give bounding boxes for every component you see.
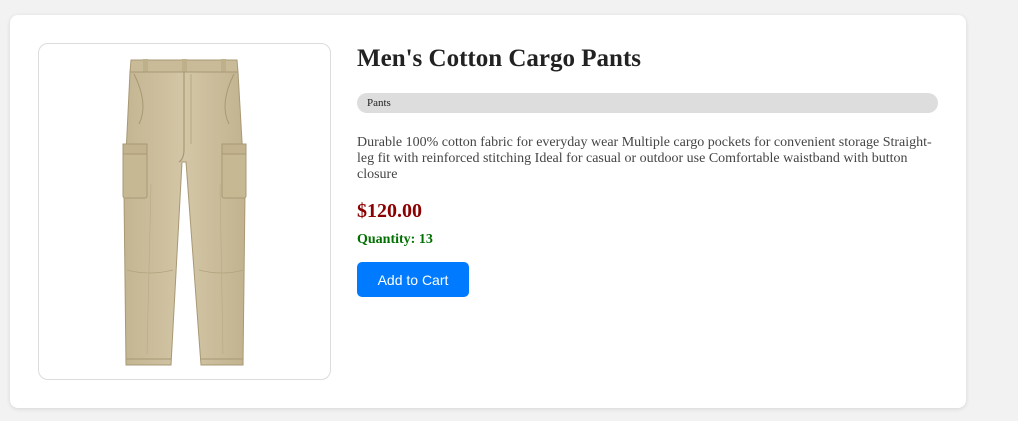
product-card: Men's Cotton Cargo Pants Pants Durable 1…	[10, 15, 966, 408]
product-image-frame	[38, 43, 331, 380]
product-description: Durable 100% cotton fabric for everyday …	[357, 135, 932, 182]
product-quantity: Quantity: 13	[357, 232, 433, 247]
add-to-cart-button[interactable]: Add to Cart	[357, 262, 469, 297]
product-price: $120.00	[357, 200, 422, 222]
category-badge: Pants	[357, 93, 938, 113]
product-details: Men's Cotton Cargo Pants Pants Durable 1…	[357, 43, 938, 297]
cargo-pants-icon	[122, 59, 247, 366]
product-title: Men's Cotton Cargo Pants	[357, 45, 642, 72]
